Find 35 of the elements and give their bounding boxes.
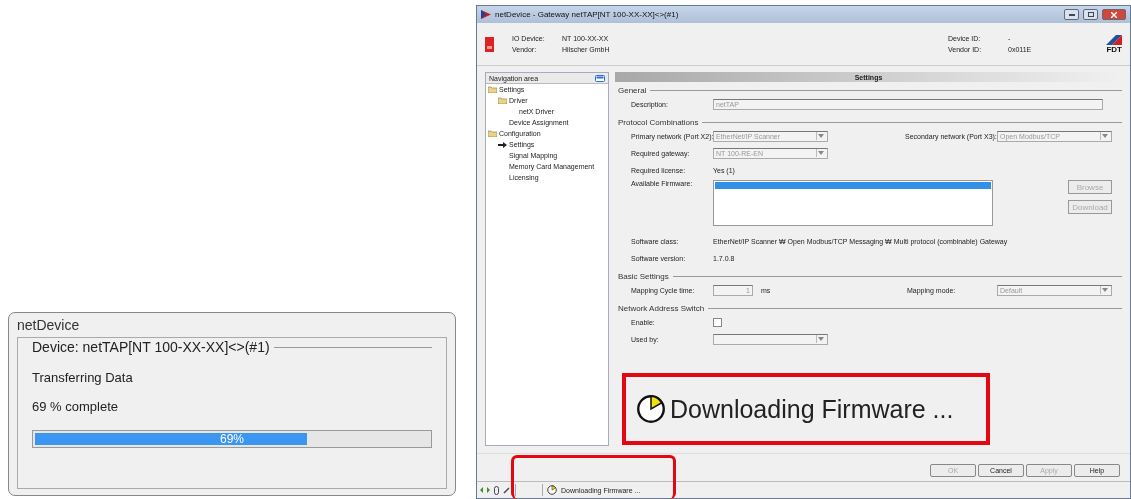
app-icon [481,10,491,19]
close-icon [1111,11,1117,18]
folder-icon [488,130,497,137]
firmware-list[interactable] [713,180,993,226]
dropdown[interactable] [713,333,828,345]
dropdown-arrow-icon[interactable] [818,134,824,138]
panel-icon[interactable] [595,74,605,82]
percent-text: 69 % complete [32,399,119,414]
device-icon [485,36,494,52]
section-title: Protocol Combinations [618,118,699,127]
clock-icon [636,394,666,424]
logo-icon [1106,34,1122,45]
status-text: Transferring Data [32,370,134,385]
dropdown-arrow-icon[interactable] [818,337,824,341]
checkbox[interactable] [713,317,722,327]
clock-icon [547,485,557,495]
dropdown-arrow-icon[interactable] [1102,134,1108,138]
minimize-icon [1068,13,1075,16]
section-title: Basic Settings [618,272,669,281]
group-label: Device: netTAP[NT 100-XX-XX]<>(#1) [32,339,270,355]
window-title: netDevice - Gateway netTAP[NT 100-XX-XX]<>(#1) [495,10,680,19]
logo-text: FDT [1106,44,1122,54]
minimize-button[interactable] [1064,9,1079,20]
section-title: General [618,86,647,95]
cylinder-icon [494,485,499,495]
maximize-icon [1087,12,1094,17]
maximize-button[interactable] [1083,9,1098,20]
dialog-title: netDevice [17,317,81,335]
progress-label: 69% [220,432,244,446]
dropdown-arrow-icon[interactable] [1102,288,1108,292]
close-button[interactable] [1102,9,1126,20]
callout-text: Downloading Firmware ... [670,394,954,424]
section-title: Network Address Switch [618,304,705,313]
connection-icon [480,486,490,494]
dropdown-arrow-icon[interactable] [818,151,824,155]
